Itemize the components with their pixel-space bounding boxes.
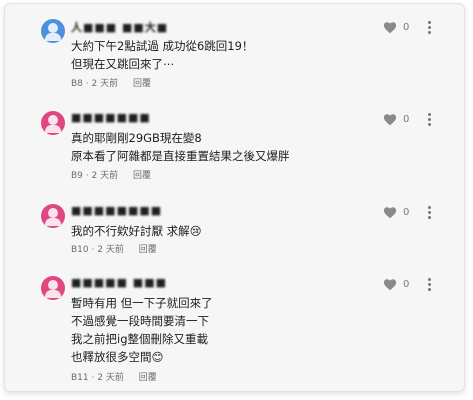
- comment-text-line: 我的不行欸好討厭 求解😢: [71, 224, 202, 238]
- avatar[interactable]: [41, 204, 65, 228]
- heart-icon[interactable]: [383, 21, 397, 34]
- comment-text-line: 不過感覺一段時間要清一下: [71, 314, 209, 328]
- like-count: 0: [403, 279, 410, 290]
- like-count: 0: [403, 114, 410, 125]
- kebab-menu-icon[interactable]: [427, 113, 431, 127]
- comment-meta: B8 · 2 天前 回覆: [71, 79, 151, 89]
- username[interactable]: ■■■■■ ■■■: [71, 276, 167, 289]
- comment-text-line: 原本看了阿雜都是直接重置結果之後又爆胖: [71, 149, 290, 163]
- heart-icon[interactable]: [383, 206, 397, 219]
- user-silhouette-icon: [48, 115, 58, 125]
- heart-icon[interactable]: [383, 113, 397, 126]
- comment-text-line: 真的耶剛剛29GB現在變8: [71, 131, 202, 145]
- floor-number: B9: [71, 171, 83, 181]
- kebab-menu-icon[interactable]: [427, 21, 431, 35]
- reply-button[interactable]: 回覆: [133, 171, 151, 181]
- username[interactable]: ■■■■■■■■: [71, 204, 162, 217]
- comment-meta: B9 · 2 天前 回覆: [71, 171, 151, 181]
- floor-number: B11: [71, 373, 89, 383]
- avatar[interactable]: [41, 276, 65, 300]
- user-silhouette-icon: [48, 208, 58, 218]
- floor-number: B10: [71, 245, 89, 255]
- timestamp: 2 天前: [91, 171, 119, 181]
- comment-text-line: 也釋放很多空間😊: [71, 350, 164, 364]
- reply-button[interactable]: 回覆: [133, 79, 151, 89]
- comment-text-line: 大約下午2點試過 成功從6跳回19！: [71, 39, 254, 53]
- floor-number: B8: [71, 79, 83, 89]
- user-silhouette-icon: [48, 280, 58, 290]
- comment-text-line: 但現在又跳回來了⋯: [71, 57, 175, 71]
- comment-text-line: 暫時有用 但一下子就回來了: [71, 296, 213, 310]
- username[interactable]: ■■■■■■■: [71, 111, 151, 124]
- like-count: 0: [403, 207, 410, 218]
- comment-section: 人■■■ ■■大■ 大約下午2點試過 成功從6跳回19！ 但現在又跳回來了⋯ B…: [4, 3, 465, 392]
- avatar[interactable]: [41, 19, 65, 43]
- heart-icon[interactable]: [383, 278, 397, 291]
- timestamp: 2 天前: [97, 373, 124, 383]
- kebab-menu-icon[interactable]: [427, 206, 431, 220]
- username[interactable]: 人■■■ ■■大■: [71, 19, 168, 35]
- timestamp: 2 天前: [91, 79, 119, 89]
- kebab-menu-icon[interactable]: [427, 278, 431, 292]
- reply-button[interactable]: 回覆: [139, 245, 157, 255]
- user-silhouette-icon: [48, 23, 58, 33]
- comment-meta: B11 · 2 天前 回覆: [71, 373, 157, 383]
- timestamp: 2 天前: [97, 245, 124, 255]
- comment-meta: B10 · 2 天前 回覆: [71, 245, 157, 255]
- like-count: 0: [403, 22, 410, 33]
- avatar[interactable]: [41, 111, 65, 135]
- reply-button[interactable]: 回覆: [139, 373, 157, 383]
- comment-text-line: 我之前把ig整個刪除又重載: [71, 332, 208, 346]
